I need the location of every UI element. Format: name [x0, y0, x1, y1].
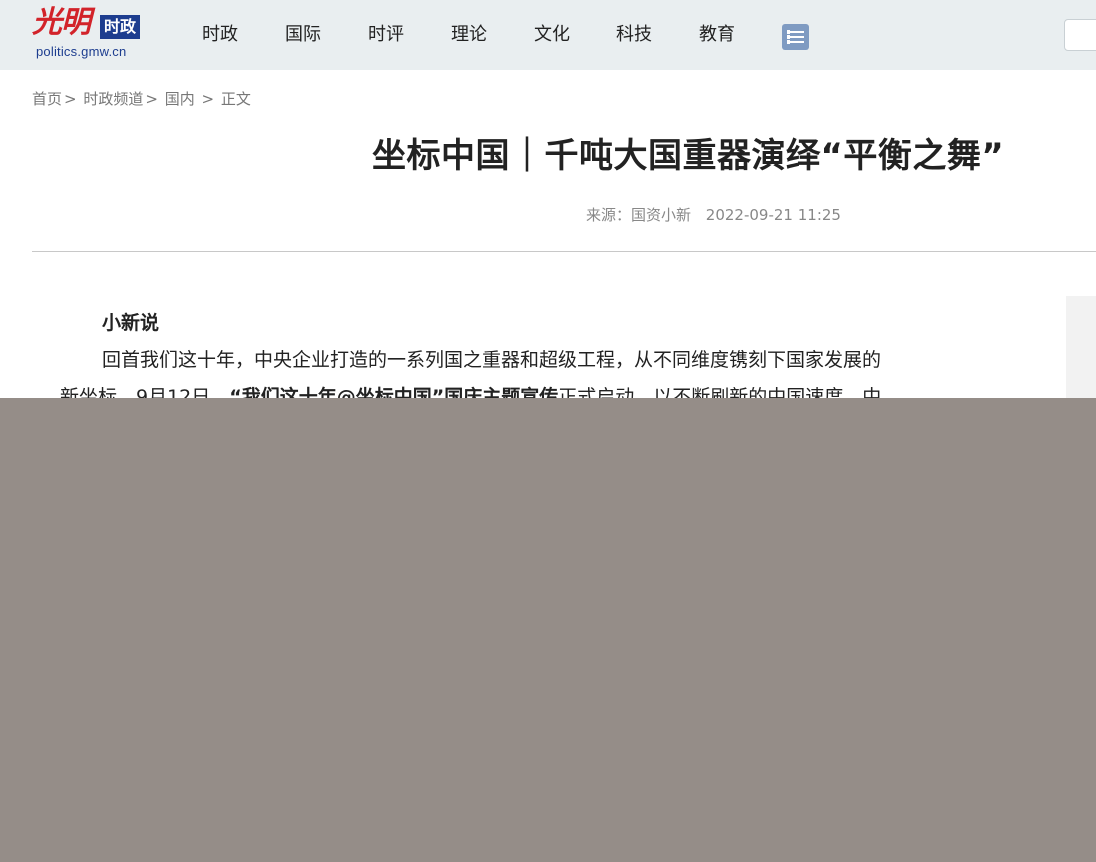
- logo-url: politics.gmw.cn: [36, 44, 127, 59]
- article-date: 2022-09-21 11:25: [705, 206, 841, 224]
- breadcrumb-home[interactable]: 首页: [32, 90, 62, 108]
- article-title: 坐标中国｜千吨大国重器演绎“平衡之舞”: [372, 136, 1005, 176]
- breadcrumb-domestic[interactable]: 国内: [165, 90, 195, 108]
- breadcrumb: 首页 > 时政频道 > 国内 > 正文: [32, 88, 251, 110]
- nav-item-technology[interactable]: 科技: [616, 23, 652, 47]
- article-source: 来源：国资小新: [586, 206, 692, 224]
- nav-item-international[interactable]: 国际: [285, 23, 321, 47]
- nav-item-theory[interactable]: 理论: [451, 23, 487, 47]
- modal-overlay[interactable]: [0, 398, 1096, 862]
- side-panel: [1066, 296, 1096, 406]
- breadcrumb-politics-channel[interactable]: 时政频道: [83, 90, 143, 108]
- title-divider: [32, 251, 1096, 252]
- search-input[interactable]: [1064, 19, 1096, 51]
- nav-item-education[interactable]: 教育: [699, 23, 735, 47]
- breadcrumb-current: 正文: [220, 90, 251, 108]
- breadcrumb-separator: >: [64, 90, 77, 108]
- logo-channel-tag: 时政: [100, 15, 141, 39]
- nav-item-politics[interactable]: 时政: [202, 23, 238, 47]
- article-paragraph: 回首我们这十年，中央企业打造的一系列国之重器和超级工程，从不同维度镌刻下国家发展…: [102, 349, 882, 371]
- page: 光明 时政 politics.gmw.cn 时政 国际 时评 理论 文化 科技 …: [0, 0, 1096, 862]
- top-header: 光明 时政 politics.gmw.cn 时政 国际 时评 理论 文化 科技 …: [0, 0, 1096, 70]
- logo-brush-text: 光明: [32, 5, 91, 40]
- site-logo[interactable]: 光明 时政 politics.gmw.cn: [30, 6, 160, 62]
- nav-item-commentary[interactable]: 时评: [368, 23, 404, 47]
- article-meta: 来源：国资小新 2022-09-21 11:25: [586, 204, 841, 226]
- breadcrumb-separator: >: [145, 90, 158, 108]
- list-menu-icon[interactable]: [782, 24, 809, 50]
- lead-heading: 小新说: [102, 312, 160, 334]
- nav-item-culture[interactable]: 文化: [534, 23, 570, 47]
- breadcrumb-separator: >: [201, 90, 215, 108]
